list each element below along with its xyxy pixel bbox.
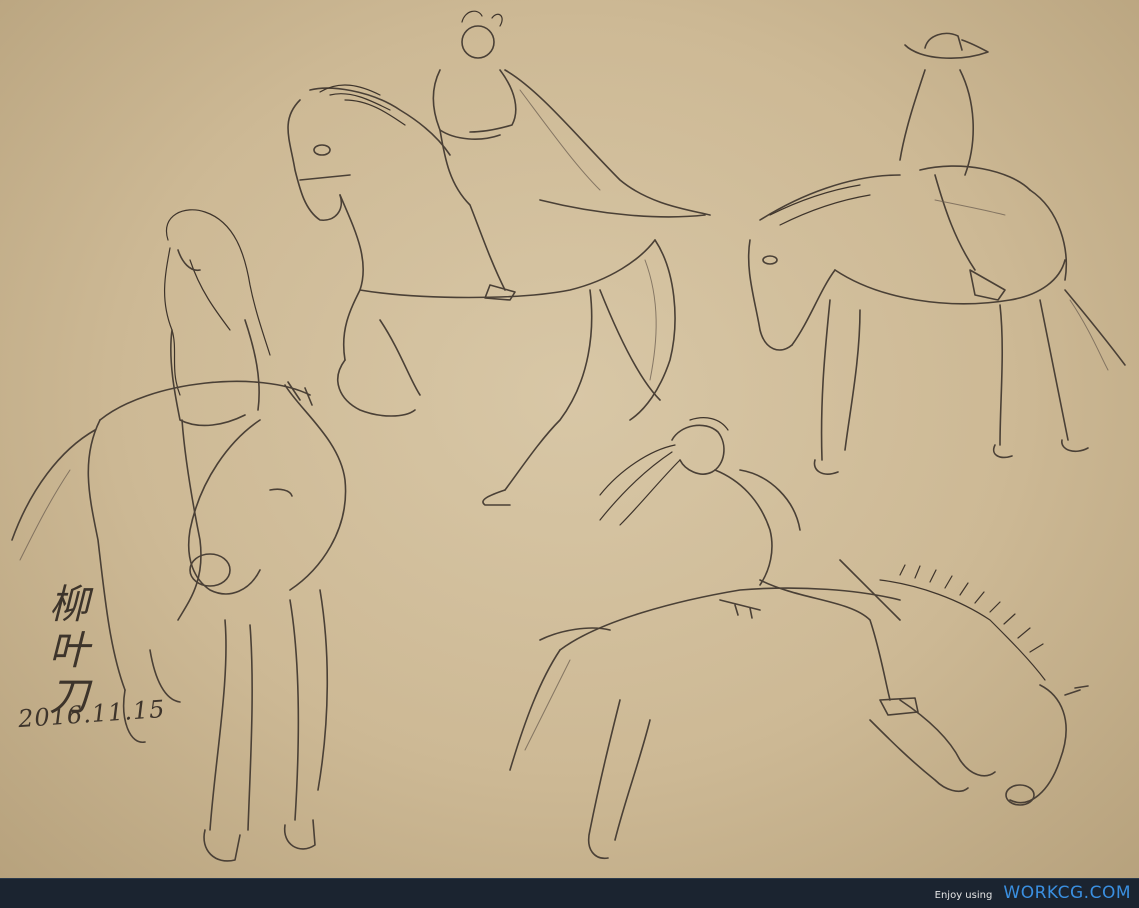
footer-credit: Enjoy using WORKCG.COM xyxy=(935,883,1131,903)
horse-rider-sketches xyxy=(11,10,1126,862)
signature-char-1: 柳 xyxy=(49,582,89,628)
footer-bar: Enjoy using WORKCG.COM xyxy=(0,878,1139,908)
sketch-top-horse-caped-rider xyxy=(287,10,711,506)
sketch-bottom-horse-jumping xyxy=(509,417,1089,859)
sketch-canvas: 柳 叶 刀 2016.11.15 xyxy=(0,0,1139,878)
brand-link[interactable]: WORKCG.COM xyxy=(1003,883,1131,903)
signature-char-2: 叶 xyxy=(49,628,89,674)
sketch-left-horse-woman xyxy=(11,209,347,862)
enjoy-text: Enjoy using xyxy=(934,890,993,901)
sketch-right-horse-cowboy xyxy=(747,32,1126,475)
